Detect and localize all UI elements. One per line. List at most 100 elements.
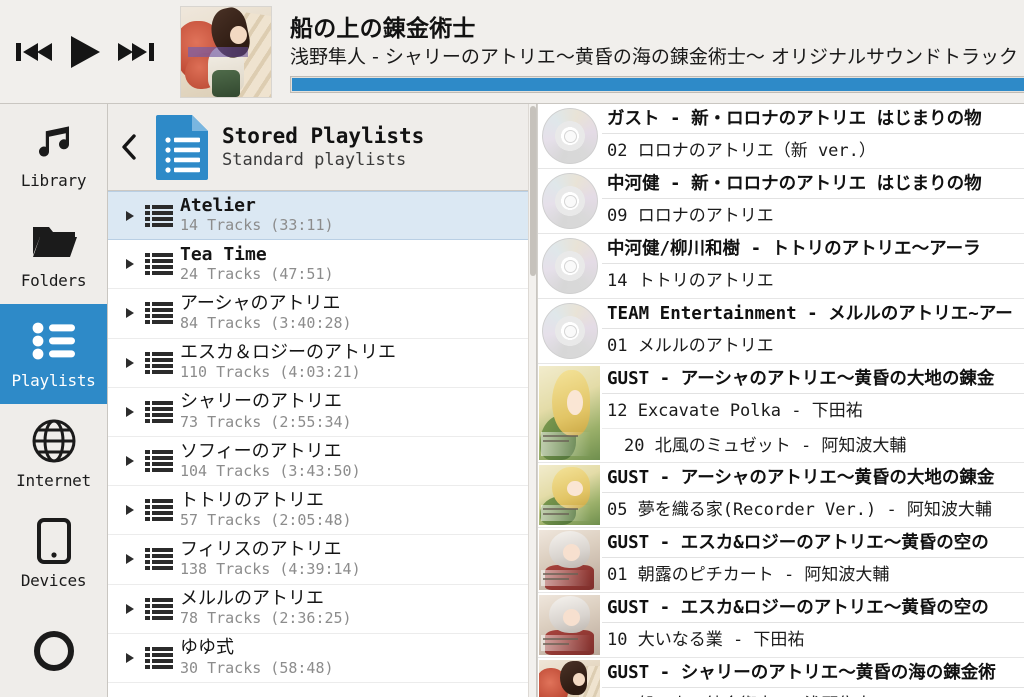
expand-arrow-icon[interactable] [118,553,142,565]
playlist-track-count: 14 Tracks (33:11) [180,216,334,235]
track-album-header[interactable]: 中河健/柳川和樹 - トトリのアトリエ〜アーラ [602,234,1024,264]
playlist-name: フィリスのアトリエ [180,538,342,560]
playlist-row[interactable]: ゆゆ式 30 Tracks (58:48) [108,633,536,683]
track-group: TEAM Entertainment - メルルのアトリエ~アー 01 メルルのア… [538,299,1024,364]
expand-arrow-icon[interactable] [118,603,142,615]
track-group: GUST - アーシャのアトリエ〜黄昏の大地の錬金 05 夢を織る家(Record… [538,463,1024,528]
next-track-button[interactable] [116,37,156,67]
track-row[interactable]: 09 ロロナのアトリエ [602,199,1024,233]
playlist-lines-icon [142,498,176,522]
track-row[interactable]: 05 夢を織る家(Recorder Ver.) - 阿知波大輔 [602,493,1024,527]
cd-disc-icon [538,234,602,298]
playlist-lines-icon [142,351,176,375]
sidebar-item-library[interactable]: Library [0,104,107,204]
track-album-header[interactable]: GUST - シャリーのアトリエ〜黄昏の海の錬金術 [602,658,1024,688]
playlist-lines-icon [142,646,176,670]
playlist-track-count: 73 Tracks (2:55:34) [180,412,352,431]
transport-controls [8,34,156,70]
expand-arrow-icon[interactable] [118,406,142,418]
track-row[interactable]: 14 トトリのアトリエ [602,264,1024,298]
playlist-lines-icon [142,400,176,424]
track-row[interactable]: 02 ロロナのアトリエ（新 ver.） [602,134,1024,168]
track-album-header[interactable]: GUST - エスカ&ロジーのアトリエ〜黄昏の空の [602,593,1024,623]
folder-icon [31,218,77,264]
sidebar-item-label: Internet [16,471,91,490]
track-album-header[interactable]: ガスト - 新・ロロナのアトリエ はじまりの物 [602,104,1024,134]
previous-track-button[interactable] [14,37,54,67]
expand-arrow-icon[interactable] [118,210,142,222]
track-album-header[interactable]: GUST - アーシャのアトリエ〜黄昏の大地の錬金 [602,463,1024,493]
list-icon [31,318,77,364]
playlist-name: アーシャのアトリエ [180,293,341,315]
sidebar-item-internet[interactable]: Internet [0,404,107,504]
playlist-row[interactable]: エスカ＆ロジーのアトリエ 110 Tracks (4:03:21) [108,338,536,388]
playlist-row[interactable]: シャリーのアトリエ 73 Tracks (2:55:34) [108,387,536,437]
playlist-lines-icon [142,449,176,473]
playlist-row[interactable]: Atelier 14 Tracks (33:11) [108,191,536,241]
play-button[interactable] [68,34,102,70]
music-note-icon [31,118,77,164]
track-row[interactable]: 12 Excavate Polka - 下田祐 [602,394,1024,428]
sidebar-item-more[interactable] [0,604,107,697]
sidebar-item-label: Devices [20,571,87,590]
track-album-header[interactable]: 中河健 - 新・ロロナのアトリエ はじまりの物 [602,169,1024,199]
playlist-lines-icon [142,252,176,276]
playlist-track-count: 30 Tracks (58:48) [180,658,334,677]
expand-arrow-icon[interactable] [118,652,142,664]
playlist-track-count: 138 Tracks (4:39:14) [180,560,361,579]
album-cover-art [538,528,602,592]
expand-arrow-icon[interactable] [118,258,142,270]
cd-disc-icon [538,169,602,233]
seek-bar[interactable] [290,76,1024,94]
playlist-track-count: 57 Tracks (2:05:48) [180,510,352,529]
album-cover-art [538,658,602,697]
tracks-panel: ガスト - 新・ロロナのアトリエ はじまりの物 02 ロロナのアトリエ（新 ver… [537,104,1024,697]
playlists-scrollbar[interactable] [528,104,536,697]
expand-arrow-icon[interactable] [118,357,142,369]
track-album-header[interactable]: GUST - エスカ&ロジーのアトリエ〜黄昏の空の [602,528,1024,558]
back-icon[interactable] [116,133,142,161]
cd-disc-icon [538,299,602,363]
track-row[interactable]: 10 大いなる業 - 下田祐 [602,623,1024,657]
album-cover-art [538,593,602,657]
playlist-name: Tea Time [180,243,267,265]
phone-icon [36,518,71,564]
playlist-row[interactable]: フィリスのアトリエ 138 Tracks (4:39:14) [108,535,536,585]
player-bar: 船の上の錬金術士 浅野隼人 - シャリーのアトリエ〜黄昏の海の錬金術士〜 オリジ… [0,0,1024,104]
expand-arrow-icon[interactable] [118,455,142,467]
playlist-row[interactable]: アーシャのアトリエ 84 Tracks (3:40:28) [108,289,536,339]
playlist-name: Atelier [180,195,256,217]
playlist-row[interactable]: ソフィーのアトリエ 104 Tracks (3:43:50) [108,436,536,487]
expand-arrow-icon[interactable] [118,307,142,319]
track-row[interactable]: 04 船の上の錬金術士 - 浅野隼人 [602,688,1024,697]
playlists-panel-header: Stored Playlists Standard playlists [108,104,536,191]
sidebar-item-label: Folders [20,271,87,290]
playlist-row[interactable]: Tea Time 24 Tracks (47:51) [108,240,536,290]
circle-icon [31,628,77,674]
track-group: 中河健/柳川和樹 - トトリのアトリエ〜アーラ 14 トトリのアトリエ [538,234,1024,299]
main-body: Library Folders Playlists Internet Devices [0,104,1024,697]
track-row[interactable]: 01 朝露のピチカート - 阿知波大輔 [602,558,1024,592]
playlists-panel-title: Stored Playlists [222,124,425,148]
playlists-panel-subtitle: Standard playlists [222,150,407,170]
playlists-list: Atelier 14 Tracks (33:11) Tea Time 24 Track… [108,191,536,697]
album-cover-art [538,463,602,527]
track-album-header[interactable]: TEAM Entertainment - メルルのアトリエ~アー [602,299,1024,329]
track-row[interactable]: 20 北風のミュゼット - 阿知波大輔 [602,428,1024,462]
playlist-name: メルルのアトリエ [180,588,324,610]
playlist-document-icon [154,114,210,180]
playlist-track-count: 24 Tracks (47:51) [180,265,334,284]
album-cover-art [538,364,602,462]
sidebar-item-playlists[interactable]: Playlists [0,304,107,404]
playlist-row[interactable]: メルルのアトリエ 78 Tracks (2:36:25) [108,584,536,634]
track-group: 中河健 - 新・ロロナのアトリエ はじまりの物 09 ロロナのアトリエ [538,169,1024,234]
sidebar-item-label: Playlists [11,371,96,390]
playlist-track-count: 84 Tracks (3:40:28) [180,314,352,333]
playlist-row[interactable]: トトリのアトリエ 57 Tracks (2:05:48) [108,486,536,536]
expand-arrow-icon[interactable] [118,504,142,516]
track-row[interactable]: 01 メルルのアトリエ [602,329,1024,363]
playlists-panel-heading: Stored Playlists Standard playlists [222,124,424,170]
sidebar-item-devices[interactable]: Devices [0,504,107,604]
track-album-header[interactable]: GUST - アーシャのアトリエ〜黄昏の大地の錬金 [602,364,1024,394]
sidebar-item-folders[interactable]: Folders [0,204,107,304]
